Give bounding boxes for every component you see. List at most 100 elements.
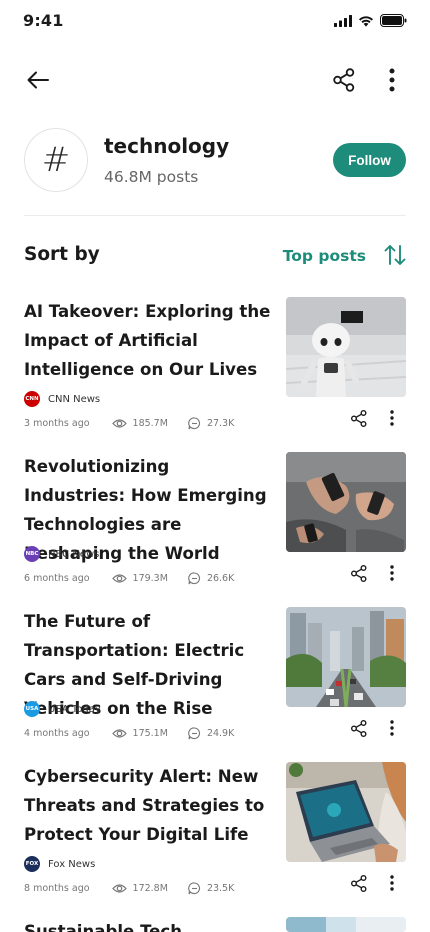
source-name[interactable]: Fox News [48,859,95,870]
comments-value: 26.6K [206,573,235,584]
article-meta: 8 months ago 172.8M 23.5K [24,882,234,895]
eye-icon [111,574,127,583]
article-thumbnail[interactable] [286,917,406,932]
article-more-button[interactable] [390,565,394,581]
comments-count: 24.9K [188,727,234,740]
city-traffic-image [286,607,406,707]
views-count: 185.7M [111,418,168,429]
article-share-button[interactable] [351,410,367,427]
battery-icon [380,14,407,27]
views-count: 175.1M [111,728,168,739]
source-name[interactable]: NBC News [48,549,99,560]
hashtag-icon: # [24,128,88,192]
article-source: USA USA Today [24,701,101,717]
sort-row: Sort by Top posts [24,240,406,272]
article-share-button[interactable] [351,720,367,737]
top-nav [0,58,430,102]
more-options-button[interactable] [378,66,406,94]
more-vertical-icon [389,68,395,92]
article-thumbnail-phones[interactable] [286,452,406,552]
article-card[interactable]: Cybersecurity Alert: New Threats and Str… [24,762,406,902]
article-title[interactable]: Cybersecurity Alert: New Threats and Str… [24,762,274,849]
back-button[interactable] [24,66,52,94]
article-thumbnail-traffic[interactable] [286,607,406,707]
article-share-button[interactable] [351,565,367,582]
article-thumbnail-laptop[interactable] [286,762,406,862]
article-source: NBC NBC News [24,546,99,562]
follow-button[interactable]: Follow [333,143,406,177]
share-icon [333,68,355,92]
comments-count: 26.6K [188,572,234,585]
status-time: 9:41 [23,11,64,30]
comment-icon [188,882,200,895]
comments-value: 23.5K [206,883,235,894]
article-card[interactable]: Revolutionizing Industries: How Emerging… [24,452,406,592]
article-more-button[interactable] [390,720,394,736]
article-card[interactable]: Sustainable Tech Solutions: [24,917,406,932]
sort-arrows-icon[interactable] [384,244,406,266]
article-age: 4 months ago [24,728,90,739]
article-thumbnail-robot[interactable] [286,297,406,397]
comment-icon [188,417,200,430]
status-icons [334,14,407,27]
article-card[interactable]: The Future of Transportation: Electric C… [24,607,406,747]
source-logo: CNN [24,391,40,407]
laptop-image [286,762,406,862]
article-title[interactable]: AI Takeover: Exploring the Impact of Art… [24,297,274,384]
article-meta: 6 months ago 179.3M 26.6K [24,572,234,585]
article-share-button[interactable] [351,875,367,892]
topic-name: technology [104,134,230,158]
eye-icon [111,729,127,738]
sort-label: Sort by [24,244,100,265]
topic-header: # technology 46.8M posts Follow [24,128,406,192]
article-card[interactable]: AI Takeover: Exploring the Impact of Art… [24,297,406,437]
source-name[interactable]: USA Today [48,704,101,715]
cellular-signal-icon [334,14,352,27]
source-logo: NBC [24,546,40,562]
article-title[interactable]: Sustainable Tech Solutions: [24,917,274,932]
comments-value: 24.9K [206,728,235,739]
more-vertical-icon [390,875,394,891]
article-meta: 3 months ago 185.7M 27.3K [24,417,234,430]
views-count: 172.8M [111,883,168,894]
article-meta: 4 months ago 175.1M 24.9K [24,727,234,740]
comments-count: 23.5K [188,882,234,895]
status-bar: 9:41 [0,0,430,44]
comments-value: 27.3K [206,418,235,429]
comments-count: 27.3K [188,417,234,430]
article-age: 6 months ago [24,573,90,584]
views-value: 179.3M [132,573,168,584]
article-source: CNN CNN News [24,391,100,407]
divider [24,215,406,216]
article-image [286,917,406,932]
article-source: FOX Fox News [24,856,95,872]
more-vertical-icon [390,720,394,736]
share-icon [351,565,367,582]
more-vertical-icon [390,565,394,581]
views-value: 172.8M [132,883,168,894]
arrow-left-icon [27,71,49,89]
share-icon [351,720,367,737]
sort-select[interactable]: Top posts [283,247,366,265]
more-vertical-icon [390,410,394,426]
source-name[interactable]: CNN News [48,394,100,405]
article-more-button[interactable] [390,410,394,426]
share-icon [351,875,367,892]
article-more-button[interactable] [390,875,394,891]
views-value: 175.1M [132,728,168,739]
source-logo: USA [24,701,40,717]
share-icon [351,410,367,427]
topic-post-count: 46.8M posts [104,168,199,186]
views-value: 185.7M [132,418,168,429]
eye-icon [111,419,127,428]
views-count: 179.3M [111,573,168,584]
robot-image [286,297,406,397]
phones-image [286,452,406,552]
comment-icon [188,727,200,740]
comment-icon [188,572,200,585]
article-age: 8 months ago [24,883,90,894]
eye-icon [111,884,127,893]
article-age: 3 months ago [24,418,90,429]
wifi-icon [359,15,373,27]
share-topic-button[interactable] [330,66,358,94]
